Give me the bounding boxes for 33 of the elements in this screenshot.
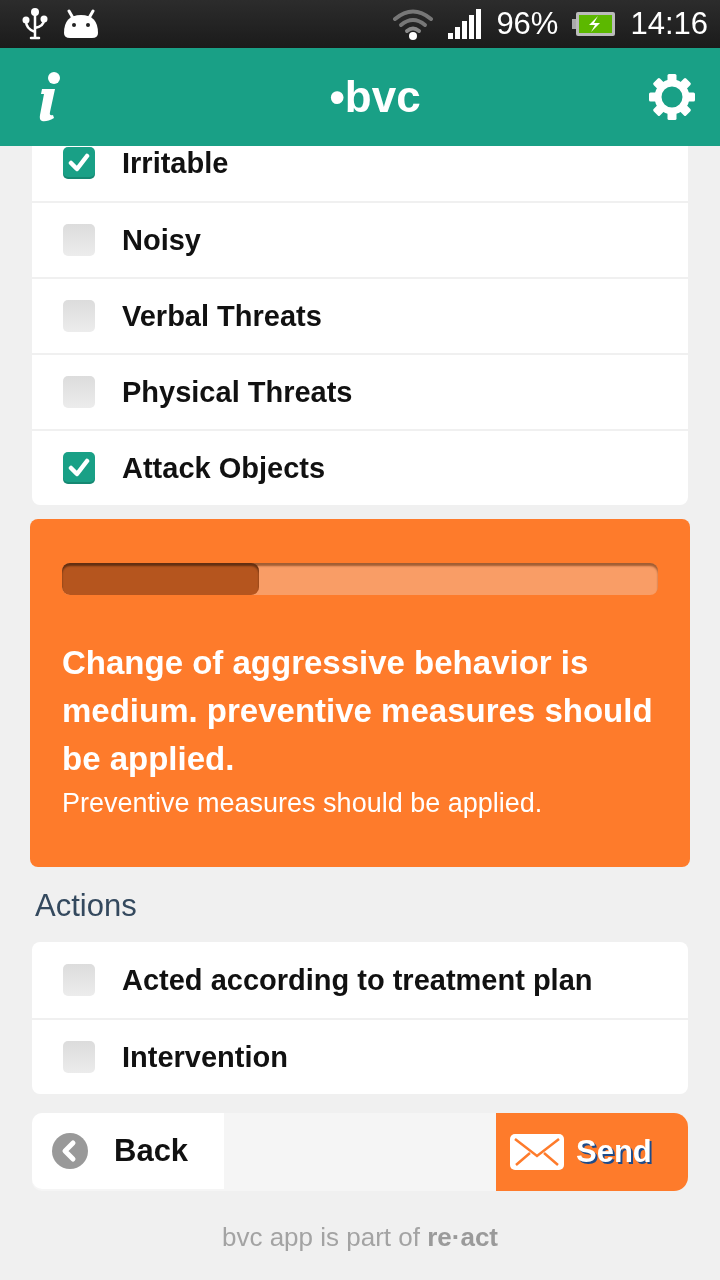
checkbox[interactable] [63,224,95,256]
checkbox[interactable] [63,147,95,179]
checkbox-label: Irritable [122,146,229,181]
battery-icon [572,11,617,37]
risk-headline: Change of aggressive behavior is medium. preventive measures should be applied. [62,643,654,779]
back-icon [52,1133,88,1169]
checkbox[interactable] [63,452,95,484]
envelope-icon [510,1134,564,1170]
footer-text: bvc app is part of re·act [220,1221,500,1254]
usb-icon [22,7,48,41]
battery-percent: 96% [496,6,559,42]
section-title: Actions [35,888,138,924]
checkmark-icon [68,458,90,478]
back-button[interactable]: Back [32,1113,224,1189]
clock-time: 14:16 [630,6,708,42]
android-icon [62,9,100,39]
settings-icon[interactable] [648,73,696,121]
checkbox-label: Physical Threats [122,375,353,410]
checkbox-label: Verbal Threats [122,299,322,334]
info-icon[interactable] [38,72,62,122]
risk-detail: Preventive measures should be applied. [62,787,544,820]
checkbox[interactable] [63,964,95,996]
checkbox[interactable] [63,300,95,332]
checkbox-label: Intervention [122,1040,288,1075]
app-logo: •bvc [329,72,421,122]
checkmark-icon [68,153,90,173]
checkbox[interactable] [63,1041,95,1073]
wifi-icon [392,8,435,40]
checkbox-label: Acted according to treatment plan [122,963,593,998]
checkbox[interactable] [63,376,95,408]
signal-icon [448,9,483,39]
checkbox-label: Attack Objects [122,451,326,486]
checkbox-label: Noisy [122,223,201,258]
